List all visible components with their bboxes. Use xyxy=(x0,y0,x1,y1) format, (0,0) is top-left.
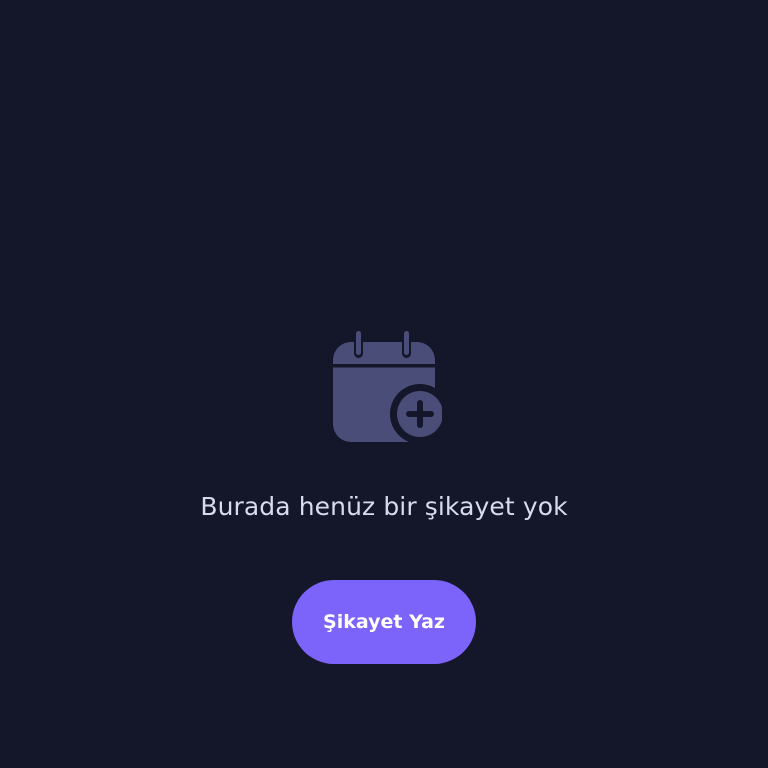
empty-state-message: Burada henüz bir şikayet yok xyxy=(200,492,568,521)
calendar-add-icon xyxy=(330,328,442,444)
write-complaint-button[interactable]: Şikayet Yaz xyxy=(292,580,476,664)
empty-state: Burada henüz bir şikayet yok Şikayet Yaz xyxy=(0,0,768,768)
